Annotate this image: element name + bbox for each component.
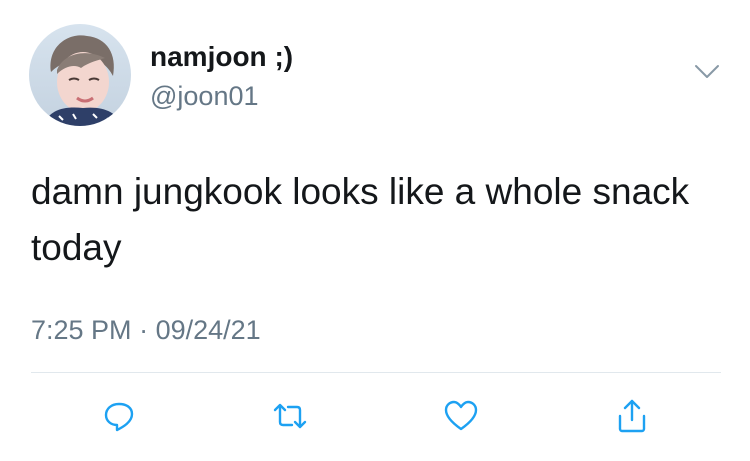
tweet-timestamp[interactable]: 7:25 PM · 09/24/21 <box>31 313 261 347</box>
display-name[interactable]: namjoon ;) <box>150 40 293 74</box>
user-handle[interactable]: @joon01 <box>150 80 259 112</box>
reply-button[interactable] <box>99 396 139 436</box>
share-button[interactable] <box>612 396 652 436</box>
divider <box>31 372 721 373</box>
chevron-down-icon[interactable] <box>694 62 720 82</box>
tweet-text: damn jungkook looks like a whole snack t… <box>31 171 690 268</box>
share-icon <box>618 399 646 433</box>
avatar-photo <box>29 24 131 126</box>
timestamp-separator: · <box>139 315 149 345</box>
reply-icon <box>104 402 134 432</box>
retweet-button[interactable] <box>270 396 310 436</box>
tweet-time: 7:25 PM <box>31 315 132 345</box>
avatar[interactable] <box>29 24 131 126</box>
tweet-date: 09/24/21 <box>155 315 261 345</box>
like-button[interactable] <box>441 396 481 436</box>
tweet-card: namjoon ;) @joon01 damn jungkook looks l… <box>0 0 750 461</box>
heart-icon <box>444 400 478 431</box>
bottom-edge <box>0 456 750 461</box>
retweet-icon <box>273 403 307 429</box>
